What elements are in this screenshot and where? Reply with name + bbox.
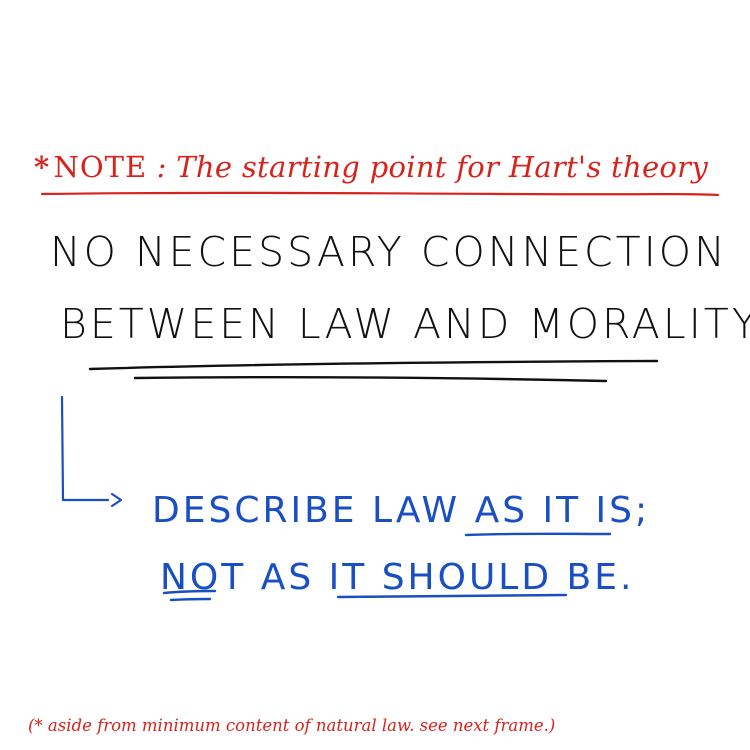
arrow-connector bbox=[60, 395, 110, 502]
as-it-is-text: AS IT IS bbox=[474, 490, 636, 531]
drawing-layer bbox=[60, 359, 659, 602]
as-text: AS bbox=[246, 557, 329, 598]
not-underline-bottom bbox=[169, 597, 212, 602]
main-underline-bottom bbox=[133, 375, 608, 383]
not-text: NOT bbox=[160, 557, 247, 598]
as-it-is-underline bbox=[464, 532, 612, 537]
footnote: (* aside from minimum content of natural… bbox=[28, 716, 556, 735]
not-as-it-should-be-line: NOT AS IT SHOULD BE. bbox=[160, 557, 634, 598]
describe-law-line: DESCRIBE LAW AS IT IS; bbox=[152, 490, 650, 531]
be-text: BE. bbox=[552, 557, 635, 598]
main-underline-top bbox=[88, 359, 659, 371]
it-should-text: IT SHOULD bbox=[328, 557, 553, 598]
describe-law-text: DESCRIBE LAW bbox=[152, 490, 475, 531]
semicolon: ; bbox=[635, 490, 651, 531]
arrow-head-icon bbox=[110, 492, 123, 508]
